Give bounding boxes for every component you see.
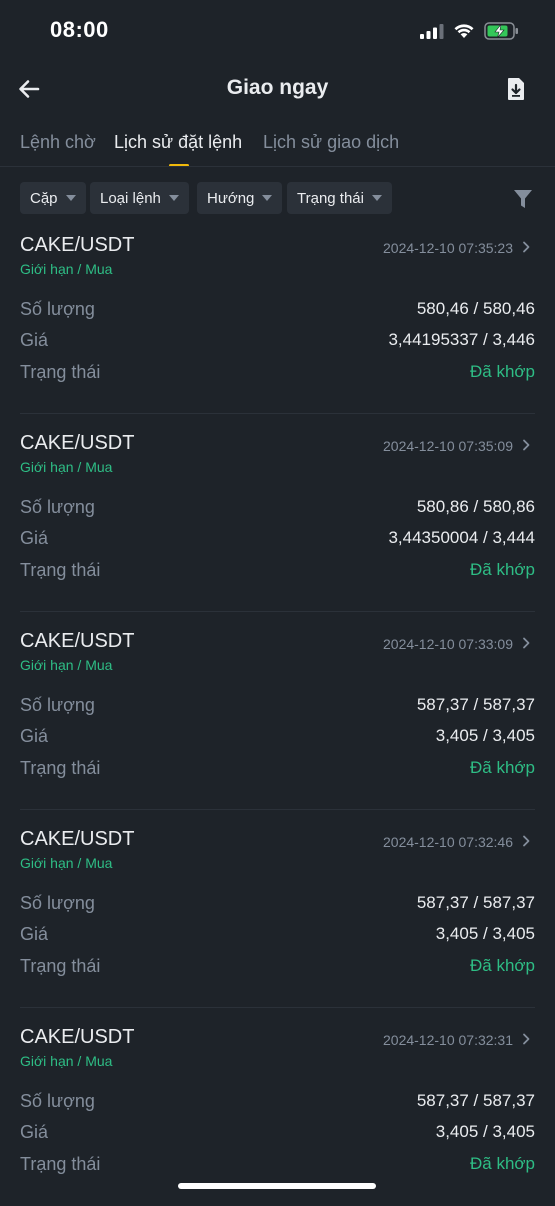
filter-order-type-label: Loại lệnh [100,189,161,207]
order-item[interactable]: CAKE/USDT Giới hạn / Mua 2024-12-10 07:3… [0,216,555,414]
order-item[interactable]: CAKE/USDT Giới hạn / Mua 2024-12-10 07:3… [0,612,555,810]
filter-funnel-icon[interactable] [513,188,533,210]
amount-label: Số lượng [20,497,95,517]
tab-bar: Lệnh chờ Lịch sử đặt lệnh Lịch sử giao d… [0,118,555,167]
order-item[interactable]: CAKE/USDT Giới hạn / Mua 2024-12-10 07:3… [0,810,555,1008]
tab-order-history[interactable]: Lịch sử đặt lệnh [114,132,242,153]
status-label: Trạng thái [20,758,101,778]
order-item[interactable]: CAKE/USDT Giới hạn / Mua 2024-12-10 07:3… [0,1008,555,1206]
caret-down-icon [65,195,76,201]
price-label: Giá [20,528,49,548]
tabs-divider [0,166,555,167]
amount-value: 587,37 / 587,37 [416,695,535,714]
price-value: 3,405 / 3,405 [435,924,535,943]
home-indicator[interactable] [178,1183,376,1189]
order-time: 2024-12-10 07:35:09 [383,438,513,454]
status-value: Đã khớp [469,1154,535,1173]
status-value: Đã khớp [469,758,535,777]
status-value: Đã khớp [469,362,535,381]
chevron-right-icon [523,637,530,649]
amount-value: 580,86 / 580,86 [416,497,535,516]
order-type: Giới hạn / Mua [20,1053,113,1069]
filter-status[interactable]: Trạng thái [287,182,392,214]
caret-down-icon [371,195,382,201]
order-history-list: CAKE/USDT Giới hạn / Mua 2024-12-10 07:3… [0,216,555,1206]
amount-value: 580,46 / 580,46 [416,299,535,318]
order-pair: CAKE/USDT [20,630,135,652]
status-value: Đã khớp [469,560,535,579]
price-value: 3,44350004 / 3,444 [388,528,535,547]
tab-trade-history[interactable]: Lịch sử giao dịch [263,132,399,153]
order-pair: CAKE/USDT [20,828,135,850]
wifi-icon [454,24,474,38]
battery-charging-icon [484,22,518,40]
status-label: Trạng thái [20,362,101,382]
status-label: Trạng thái [20,956,101,976]
price-label: Giá [20,726,49,746]
price-label: Giá [20,330,49,350]
amount-label: Số lượng [20,695,95,715]
amount-label: Số lượng [20,299,95,319]
chevron-right-icon [523,1033,530,1045]
chevron-right-icon [523,241,530,253]
amount-value: 587,37 / 587,37 [416,1091,535,1110]
order-time: 2024-12-10 07:33:09 [383,636,513,652]
filter-order-type[interactable]: Loại lệnh [90,182,189,214]
chevron-right-icon [523,439,530,451]
page-title: Giao ngay [226,76,329,99]
tab-open-orders[interactable]: Lệnh chờ [20,132,96,153]
export-download-icon[interactable] [505,77,527,101]
status-time: 08:00 [50,17,109,42]
order-pair: CAKE/USDT [20,1026,135,1048]
order-time: 2024-12-10 07:32:46 [383,834,513,850]
filter-side[interactable]: Hướng [197,182,283,214]
filter-pair[interactable]: Cặp [20,182,86,214]
status-value: Đã khớp [469,956,535,975]
filter-status-label: Trạng thái [297,189,364,207]
caret-down-icon [168,195,179,201]
filter-pair-label: Cặp [30,189,58,207]
price-label: Giá [20,1122,49,1142]
amount-label: Số lượng [20,893,95,913]
amount-value: 587,37 / 587,37 [416,893,535,912]
order-type: Giới hạn / Mua [20,261,113,277]
order-type: Giới hạn / Mua [20,459,113,475]
price-label: Giá [20,924,49,944]
amount-label: Số lượng [20,1091,95,1111]
price-value: 3,44195337 / 3,446 [388,330,535,349]
signal-icon [420,24,444,39]
order-time: 2024-12-10 07:35:23 [383,240,513,256]
order-type: Giới hạn / Mua [20,855,113,871]
status-label: Trạng thái [20,560,101,580]
nav-header: Giao ngay [0,62,555,118]
filter-side-label: Hướng [207,189,255,207]
chevron-right-icon [523,835,530,847]
order-pair: CAKE/USDT [20,234,135,256]
filter-bar: Cặp Loại lệnh Hướng Trạng thái [0,182,555,214]
caret-down-icon [262,195,273,201]
price-value: 3,405 / 3,405 [435,726,535,745]
order-time: 2024-12-10 07:32:31 [383,1032,513,1048]
price-value: 3,405 / 3,405 [435,1122,535,1141]
order-pair: CAKE/USDT [20,432,135,454]
order-item[interactable]: CAKE/USDT Giới hạn / Mua 2024-12-10 07:3… [0,414,555,612]
status-label: Trạng thái [20,1154,101,1174]
order-type: Giới hạn / Mua [20,657,113,673]
status-bar: 08:00 [0,0,555,62]
